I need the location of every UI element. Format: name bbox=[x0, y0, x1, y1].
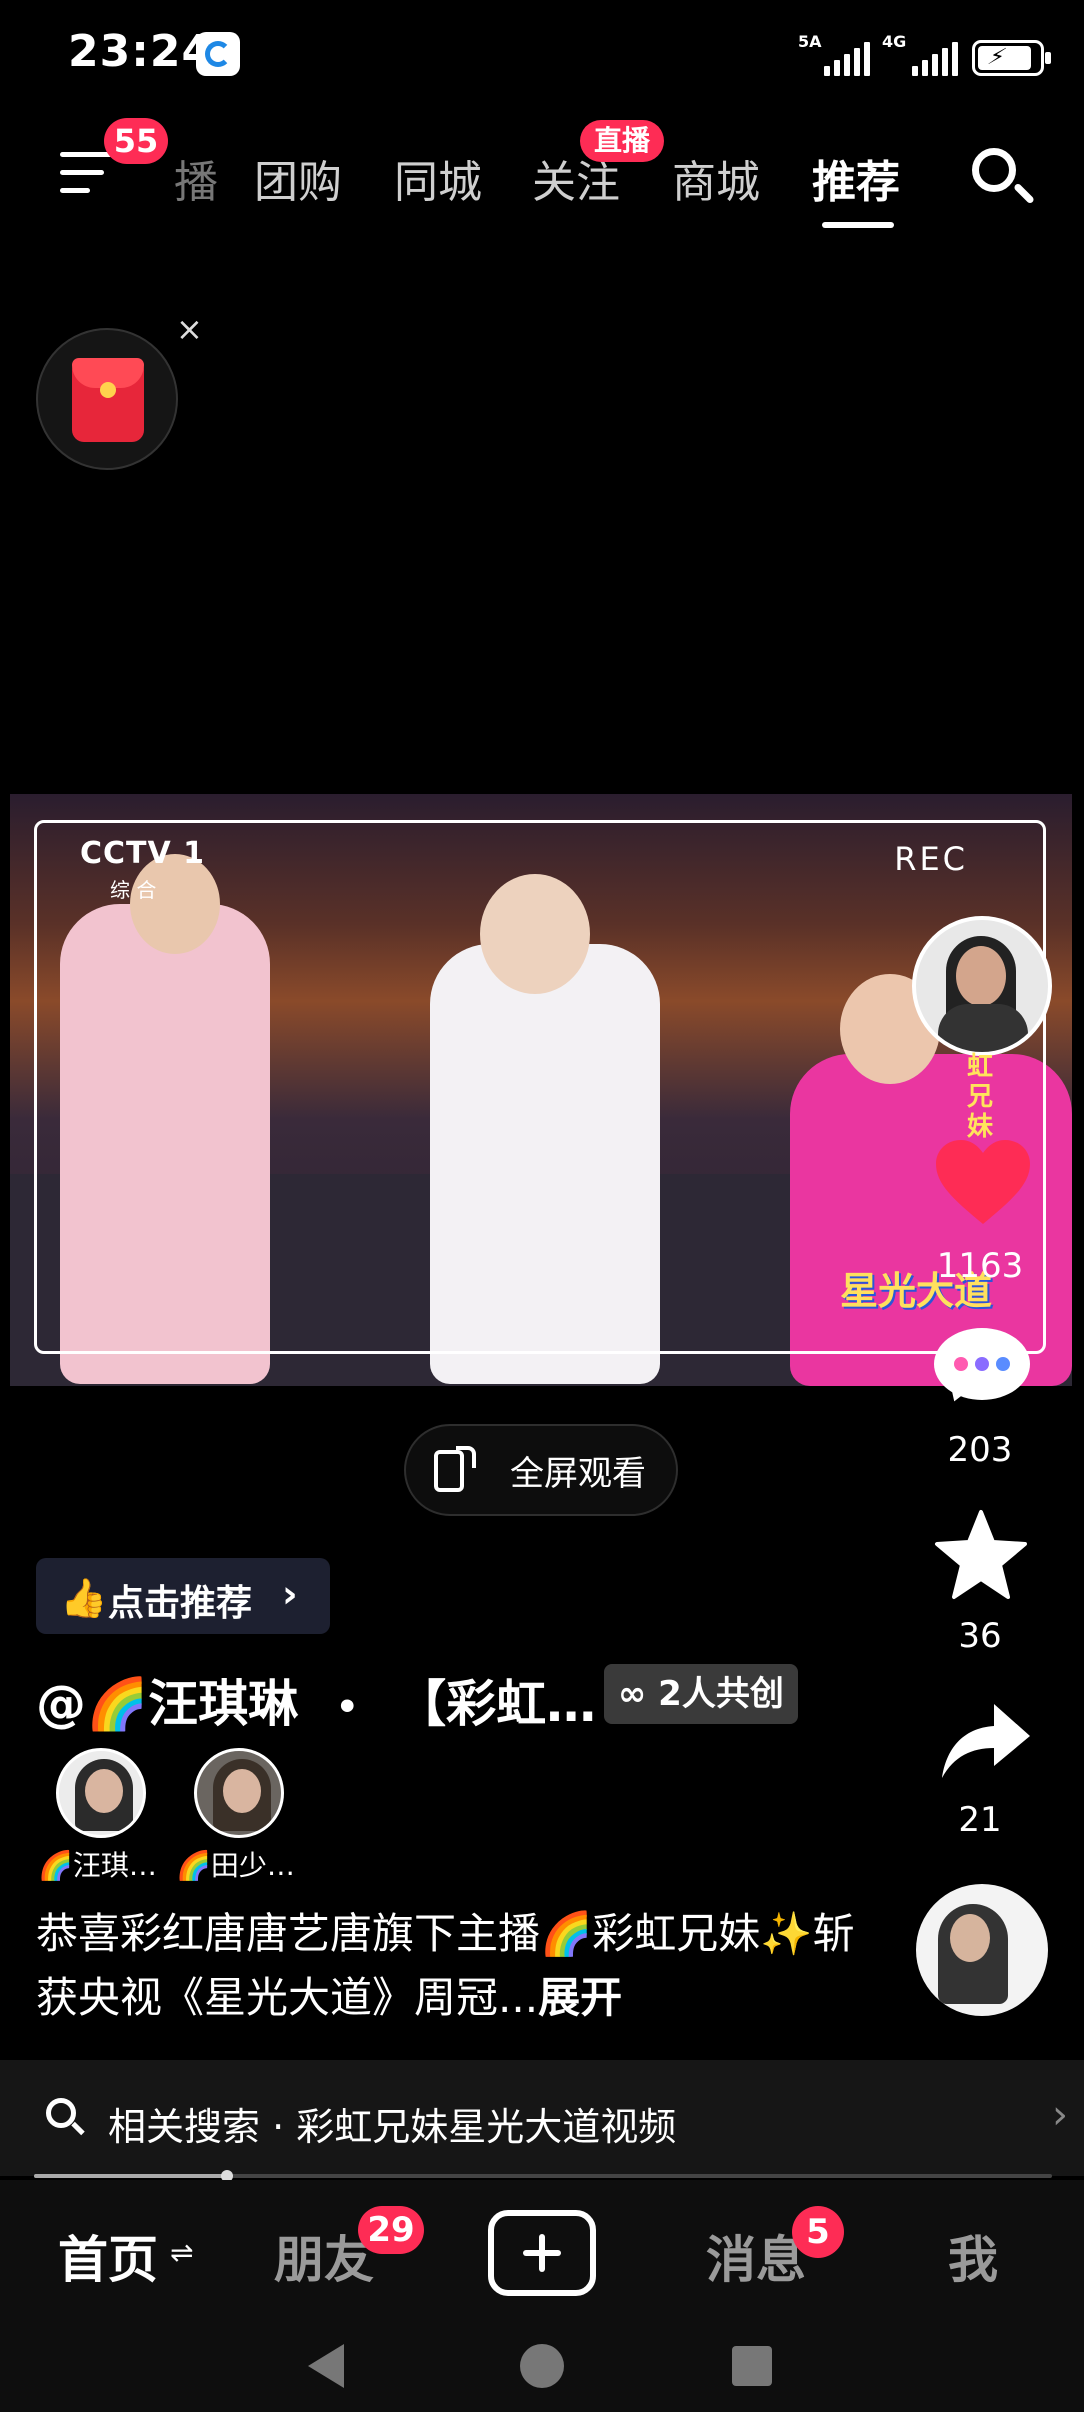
tab-local[interactable]: 同城 bbox=[394, 146, 482, 210]
rec-label: REC bbox=[894, 840, 968, 878]
cocreate-icon: ∞ bbox=[618, 1674, 659, 1714]
refresh-icon[interactable]: ⇌ bbox=[170, 2236, 193, 2269]
system-nav-bar bbox=[0, 2322, 1084, 2412]
plus-icon[interactable] bbox=[488, 2210, 596, 2296]
nav-me[interactable]: 我 bbox=[948, 2220, 998, 2292]
heart-icon[interactable] bbox=[934, 1138, 1032, 1228]
share-count: 21 bbox=[958, 1800, 1002, 1840]
co-creator-name-2: 🌈田少… bbox=[176, 1849, 295, 1882]
friends-badge: 29 bbox=[358, 2206, 424, 2254]
status-indicators: 5A 4G ⚡ bbox=[798, 30, 1051, 76]
network-2-label: 4G bbox=[882, 32, 907, 51]
cocreate-label: 2人共创 bbox=[658, 1674, 784, 1714]
app-notification-icon bbox=[196, 32, 240, 76]
video-player[interactable]: CCTV 1 综 合 REC 星光大道 bbox=[10, 794, 1072, 1386]
bottom-nav: 首页 ⇌ 朋友 29 消息 5 我 bbox=[0, 2180, 1084, 2322]
comment-count: 203 bbox=[947, 1430, 1013, 1470]
close-icon[interactable]: × bbox=[176, 310, 203, 348]
live-badge: 直播 bbox=[580, 120, 665, 162]
red-envelope-icon[interactable] bbox=[36, 328, 178, 470]
post-description[interactable]: 恭喜彩红唐唐艺唐旗下主播🌈彩虹兄妹✨斩获央视《星光大道》周冠...展开 bbox=[36, 1902, 856, 2030]
chevron-right-icon: › bbox=[1052, 2092, 1068, 2138]
co-creator-avatar-1[interactable] bbox=[56, 1748, 146, 1838]
related-search-bar[interactable]: 相关搜索 · 彩虹兄妹星光大道视频 › bbox=[0, 2060, 1084, 2176]
status-time: 23:24 bbox=[68, 26, 214, 77]
separator: • bbox=[335, 1687, 359, 1728]
recommend-button[interactable]: 👍 点击推荐 › bbox=[36, 1558, 330, 1634]
cocreate-badge[interactable]: ∞ 2人共创 bbox=[604, 1664, 798, 1724]
author-name[interactable]: @🌈汪琪琳 bbox=[36, 1675, 298, 1733]
share-icon[interactable] bbox=[938, 1700, 1032, 1784]
menu-badge: 55 bbox=[104, 118, 168, 164]
nav-home[interactable]: 首页 bbox=[58, 2220, 158, 2292]
search-icon bbox=[46, 2098, 86, 2138]
favorite-count: 36 bbox=[958, 1616, 1002, 1656]
recents-icon[interactable] bbox=[732, 2346, 772, 2386]
author-line[interactable]: @🌈汪琪琳 • 【彩虹… bbox=[36, 1664, 596, 1736]
recommend-label: 点击推荐 bbox=[108, 1583, 253, 1624]
home-icon[interactable] bbox=[520, 2344, 564, 2388]
fullscreen-button[interactable]: 全屏观看 bbox=[404, 1424, 678, 1516]
post-title[interactable]: 【彩虹… bbox=[396, 1675, 596, 1733]
description-text: 恭喜彩红唐唐艺唐旗下主播🌈彩虹兄妹✨斩获央视《星光大道》周冠... bbox=[36, 1909, 855, 2022]
back-icon[interactable] bbox=[308, 2344, 344, 2388]
battery-icon: ⚡ bbox=[972, 40, 1051, 76]
comment-icon[interactable] bbox=[934, 1328, 1030, 1408]
co-creator-avatar-2[interactable] bbox=[194, 1748, 284, 1838]
playback-progress-fill bbox=[34, 2174, 228, 2178]
like-count: 1163 bbox=[936, 1246, 1024, 1286]
fullscreen-label: 全屏观看 bbox=[510, 1454, 646, 1494]
expand-link[interactable]: 展开 bbox=[538, 1973, 622, 2022]
channel-sub: 综 合 bbox=[110, 878, 157, 902]
playback-progress[interactable] bbox=[34, 2170, 1052, 2182]
star-icon[interactable] bbox=[934, 1508, 1028, 1602]
creator-avatar[interactable] bbox=[912, 916, 1052, 1056]
menu-button[interactable] bbox=[60, 150, 112, 194]
search-icon[interactable] bbox=[968, 144, 1035, 210]
creator-name-overlay: 虹兄妹 bbox=[966, 1052, 993, 1142]
music-disc[interactable] bbox=[916, 1884, 1048, 2016]
tab-active-indicator bbox=[822, 222, 894, 228]
chevron-right-icon: › bbox=[282, 1572, 298, 1616]
signal-4g-icon: 4G bbox=[882, 32, 958, 76]
tab-mall[interactable]: 商城 bbox=[672, 146, 760, 210]
related-search-text: 相关搜索 · 彩虹兄妹星光大道视频 bbox=[108, 2105, 677, 2149]
signal-5a-icon: 5A bbox=[798, 32, 870, 76]
channel-logo: CCTV 1 bbox=[80, 836, 206, 871]
messages-badge: 5 bbox=[792, 2206, 844, 2258]
network-1-label: 5A bbox=[798, 32, 822, 51]
tab-group-buy[interactable]: 团购 bbox=[254, 146, 342, 210]
thumbs-up-icon: 👍 bbox=[60, 1576, 108, 1620]
tab-recommend[interactable]: 推荐 bbox=[812, 146, 900, 210]
nav-messages[interactable]: 消息 bbox=[706, 2220, 806, 2292]
co-creator-name-1: 🌈汪琪… bbox=[38, 1849, 157, 1882]
tab-live-partial[interactable]: 播 bbox=[174, 146, 218, 210]
